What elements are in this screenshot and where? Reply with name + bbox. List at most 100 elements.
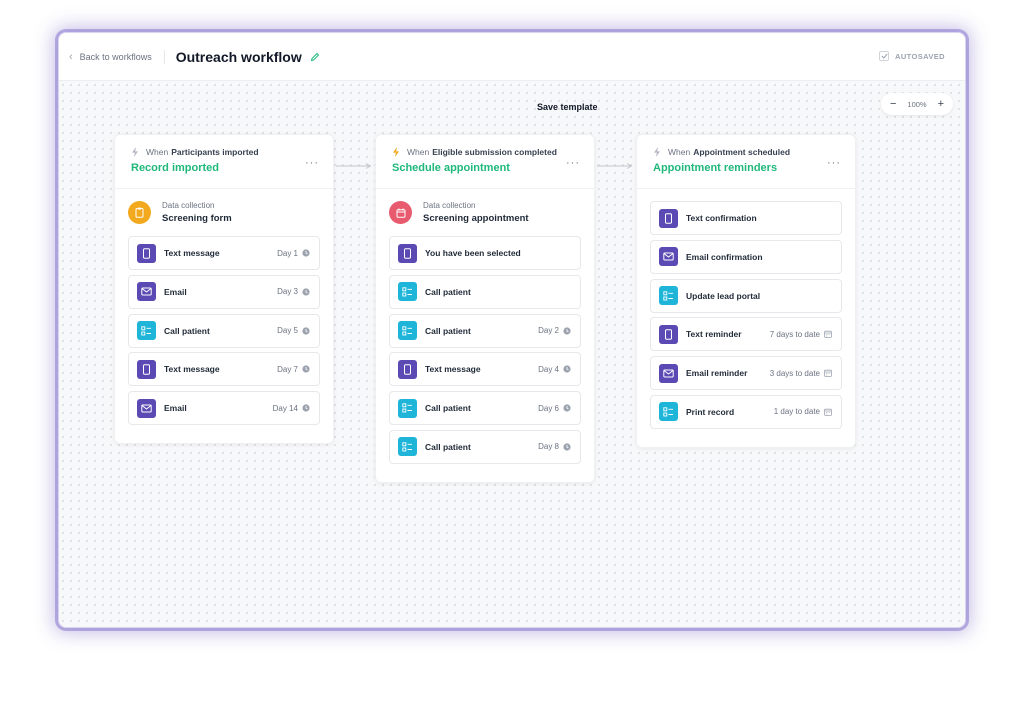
checklist-icon xyxy=(659,402,678,422)
pencil-icon[interactable] xyxy=(310,52,320,62)
back-label: Back to workflows xyxy=(79,51,152,62)
card-title: Schedule appointment xyxy=(392,162,510,174)
checklist-icon xyxy=(659,286,678,306)
workflow-step[interactable]: Email confirmation xyxy=(650,239,842,274)
mail-icon xyxy=(137,398,156,418)
workflow-step[interactable]: Print record 1 day to date xyxy=(650,394,842,429)
workflow-step[interactable]: Call patient Day 8 xyxy=(389,429,581,464)
step-label: You have been selected xyxy=(425,248,521,258)
card-body: Text confirmation Email confirmation Upd… xyxy=(637,189,855,447)
trigger-line: When Eligible submission completed xyxy=(392,147,578,157)
clock-icon xyxy=(302,404,310,412)
save-template-button[interactable]: Save template xyxy=(537,102,598,112)
workflow-step[interactable]: Text message Day 1 xyxy=(128,236,320,270)
workflow-step[interactable]: Text reminder 7 days to date xyxy=(650,317,842,352)
card-header: When Participants imported Record import… xyxy=(115,135,333,189)
phone-icon xyxy=(659,208,678,228)
trigger-event: Appointment scheduled xyxy=(693,147,791,157)
checklist-icon xyxy=(398,398,417,418)
phone-icon xyxy=(398,359,417,379)
trigger-prefix: When xyxy=(146,147,169,157)
step-timing-label: Day 6 xyxy=(538,403,559,413)
check-icon xyxy=(879,51,889,61)
mail-icon xyxy=(659,247,678,267)
step-timing-label: 3 days to date xyxy=(769,368,820,378)
step-timing: Day 5 xyxy=(277,326,310,335)
clock-icon xyxy=(563,365,571,373)
workflow-step[interactable]: Call patient Day 2 xyxy=(389,313,581,348)
workflow-step[interactable]: You have been selected xyxy=(389,236,581,270)
phone-icon xyxy=(659,324,678,344)
lightning-icon xyxy=(393,147,399,157)
workflow-card: When Eligible submission completed Sched… xyxy=(375,134,595,483)
step-label: Text reminder xyxy=(686,329,742,340)
workflow-step[interactable]: Text confirmation xyxy=(650,201,842,235)
step-label: Text confirmation xyxy=(686,213,757,223)
step-timing: Day 4 xyxy=(538,365,571,374)
step-label: Call patient xyxy=(425,403,471,414)
workflow-step[interactable]: Text message Day 4 xyxy=(389,352,581,387)
step-label: Email confirmation xyxy=(686,251,763,262)
step-label: Email xyxy=(164,286,187,297)
data-collection-item[interactable]: Data collection Screening appointment xyxy=(389,201,581,224)
step-timing: Day 14 xyxy=(273,404,310,413)
zoom-control: − 100% + xyxy=(881,93,953,115)
workflow-step[interactable]: Email Day 3 xyxy=(128,274,320,309)
workflow-step[interactable]: Email Day 14 xyxy=(128,391,320,426)
workflow-step[interactable]: Call patient xyxy=(389,274,581,309)
card-body: Data collection Screening form Text mess… xyxy=(115,189,333,443)
workflow-window: ‹ Back to workflows Outreach workflow AU… xyxy=(58,32,966,628)
step-label: Print record xyxy=(686,406,735,417)
step-timing: Day 2 xyxy=(538,326,571,335)
trigger-event: Participants imported xyxy=(171,147,259,157)
back-to-workflows-link[interactable]: ‹ Back to workflows xyxy=(69,51,152,63)
calendar-icon xyxy=(824,331,832,339)
more-options-icon[interactable]: ··· xyxy=(566,157,580,169)
trigger-prefix: When xyxy=(668,147,691,157)
top-bar: ‹ Back to workflows Outreach workflow AU… xyxy=(59,33,965,81)
checklist-icon xyxy=(398,282,417,302)
step-label: Text message xyxy=(164,364,220,375)
trigger-line: When Appointment scheduled xyxy=(653,147,839,157)
workflow-step[interactable]: Call patient Day 6 xyxy=(389,391,581,426)
workflow-step[interactable]: Call patient Day 5 xyxy=(128,313,320,348)
trigger-prefix: When xyxy=(407,147,430,157)
step-timing: Day 7 xyxy=(277,365,310,374)
step-timing: 7 days to date xyxy=(770,330,832,339)
autosaved-label: AUTOSAVED xyxy=(895,51,945,61)
step-timing-label: Day 5 xyxy=(277,326,298,336)
divider xyxy=(163,49,165,64)
step-timing-label: Day 1 xyxy=(277,248,298,258)
workflow-canvas[interactable]: Save template − 100% + When Participants… xyxy=(59,81,965,627)
data-collection-label: Data collection xyxy=(423,201,476,210)
workflow-step[interactable]: Update lead portal xyxy=(650,278,842,313)
workflow-card: When Appointment scheduled Appointment r… xyxy=(636,134,856,448)
phone-icon xyxy=(137,359,156,379)
workflow-step[interactable]: Text message Day 7 xyxy=(128,352,320,387)
card-body: Data collection Screening appointment Yo… xyxy=(376,189,594,482)
clock-icon xyxy=(302,288,310,296)
step-timing-label: Day 4 xyxy=(538,364,559,374)
checklist-icon xyxy=(137,321,156,341)
zoom-in-button[interactable]: + xyxy=(938,98,944,110)
step-label: Update lead portal xyxy=(686,290,761,301)
clock-icon xyxy=(302,249,310,257)
step-timing: Day 3 xyxy=(277,287,310,296)
checklist-icon xyxy=(398,437,417,457)
clock-icon xyxy=(563,404,571,412)
chevron-left-icon: ‹ xyxy=(69,50,73,63)
calendar-icon xyxy=(824,369,832,377)
data-collection-name: Screening form xyxy=(162,213,232,224)
connector-arrow xyxy=(597,163,633,169)
data-collection-name: Screening appointment xyxy=(423,213,529,224)
workflow-step[interactable]: Email reminder 3 days to date xyxy=(650,356,842,391)
card-title: Record imported xyxy=(131,162,220,174)
data-collection-item[interactable]: Data collection Screening form xyxy=(128,201,320,224)
more-options-icon[interactable]: ··· xyxy=(827,157,841,169)
more-options-icon[interactable]: ··· xyxy=(305,157,319,169)
zoom-out-button[interactable]: − xyxy=(890,98,896,110)
step-label: Call patient xyxy=(425,325,471,336)
step-timing: Day 8 xyxy=(538,442,571,451)
lightning-icon xyxy=(654,147,660,157)
page-title: Outreach workflow xyxy=(175,48,302,65)
